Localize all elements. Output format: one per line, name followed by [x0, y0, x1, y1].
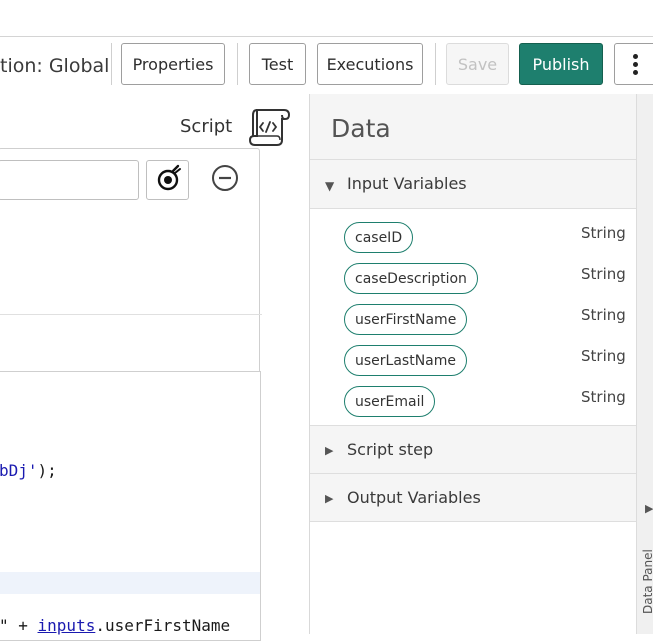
- active-line-highlight: [0, 572, 260, 594]
- variable-type: String: [581, 265, 626, 283]
- code-line: " + inputs.userFirstName: [0, 616, 231, 635]
- data-panel-empty-area: [310, 521, 636, 635]
- executions-button[interactable]: Executions: [317, 43, 423, 85]
- remove-variable-icon[interactable]: [210, 163, 240, 193]
- toolbar-divider: [237, 43, 238, 85]
- variable-pill-case-id[interactable]: caseID: [344, 222, 414, 253]
- kebab-menu-icon: [633, 54, 638, 59]
- save-button[interactable]: Save: [446, 43, 509, 85]
- variable-pill-user-first-name[interactable]: userFirstName: [344, 304, 468, 335]
- test-button[interactable]: Test: [249, 43, 306, 85]
- publish-button[interactable]: Publish: [519, 43, 603, 85]
- section-divider: [0, 314, 262, 315]
- toolbar-divider: [435, 43, 436, 85]
- script-scroll-icon: [248, 109, 291, 146]
- designer-toolbar: tion: Global Properties Test Executions …: [0, 36, 653, 95]
- input-variables-list: caseID String caseDescription String use…: [310, 208, 636, 425]
- data-pill-picker-icon: [157, 164, 181, 191]
- expand-triangle-icon: ▶: [325, 492, 334, 505]
- input-variables-section-header[interactable]: ▼ Input Variables: [310, 159, 636, 208]
- variable-pill-case-description[interactable]: caseDescription: [344, 263, 478, 294]
- collapse-triangle-icon: ▼: [325, 179, 335, 193]
- code-line: bDj');: [0, 461, 57, 480]
- expand-panel-icon[interactable]: ▶: [645, 502, 653, 515]
- data-panel-title: Data: [331, 114, 391, 143]
- application-scope-label: tion: Global: [0, 55, 110, 77]
- variable-type: String: [581, 306, 626, 324]
- input-variable-field[interactable]: [0, 160, 139, 200]
- variable-type: String: [581, 347, 626, 365]
- variable-type: String: [581, 224, 626, 242]
- variable-type: String: [581, 388, 626, 406]
- variable-pill-user-last-name[interactable]: userLastName: [344, 345, 468, 376]
- more-options-button[interactable]: [614, 43, 653, 85]
- script-step-label: Script: [180, 116, 233, 137]
- variable-pill-user-email[interactable]: userEmail: [344, 386, 436, 417]
- data-panel: Data ▼ Input Variables caseID String cas…: [310, 94, 636, 635]
- script-code-editor[interactable]: bDj'); " + inputs.userFirstName: [0, 371, 261, 641]
- data-pill-picker-button[interactable]: [146, 160, 189, 200]
- properties-button[interactable]: Properties: [121, 43, 225, 85]
- script-step-section-header[interactable]: ▶ Script step: [310, 425, 636, 474]
- data-panel-rail[interactable]: ▶ Data Panel: [636, 94, 653, 634]
- output-variables-section-header[interactable]: ▶ Output Variables: [310, 473, 636, 522]
- data-panel-rail-label: Data Panel: [641, 549, 653, 614]
- expand-triangle-icon: ▶: [325, 444, 334, 457]
- toolbar-divider: [111, 43, 112, 85]
